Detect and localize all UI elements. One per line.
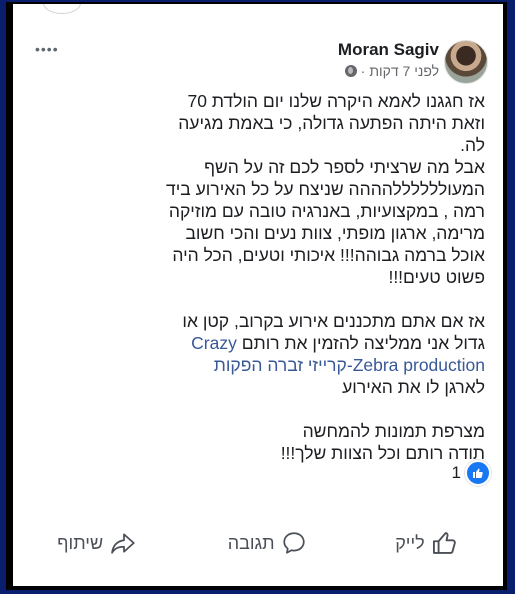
post-body: אז חגגנו לאמא היקרה שלנו יום הולדת 70 וז… xyxy=(27,90,485,464)
more-options-icon[interactable]: •••• xyxy=(35,42,59,56)
thumbs-up-icon xyxy=(431,529,459,557)
body-line: וזאת היתה הפתעה גדולה, כי באמת מגיעה xyxy=(178,113,485,133)
body-text-span: גדול אני ממליצה להזמין את רותם xyxy=(236,333,485,353)
body-line: לארגן לו את האירוע xyxy=(342,377,485,397)
like-reaction-icon xyxy=(465,460,491,486)
comment-button[interactable]: תגובה xyxy=(228,530,307,556)
body-line: מרימה, ארגון מופתי, צוות נעים והכי חשוב xyxy=(185,223,485,243)
body-line: אז חגגנו לאמא היקרה שלנו יום הולדת 70 xyxy=(187,91,485,111)
previous-item-edge xyxy=(43,4,81,14)
comment-icon xyxy=(281,530,307,556)
body-line: רמה , במקצועיות, באנרגיה טובה עם מוזיקה xyxy=(168,201,485,221)
body-line: לה. xyxy=(460,135,485,155)
mention-link[interactable]: Zebra production-קרייזי זברה הפקות xyxy=(214,355,485,375)
share-icon xyxy=(109,530,139,556)
mention-link[interactable]: Crazy xyxy=(191,333,237,353)
body-line: אז אם אתם מתכננים אירוע בקרוב, קטן או xyxy=(182,311,485,331)
body-line: מצרפת תמונות להמחשה xyxy=(302,421,485,441)
post-card: •••• Moran Sagiv לפני 7 דקות · אז חגגנו … xyxy=(13,4,503,586)
like-label: לייק xyxy=(395,532,425,553)
comment-label: תגובה xyxy=(227,532,275,553)
globe-icon[interactable] xyxy=(344,65,357,77)
share-label: שיתוף xyxy=(57,532,104,553)
body-line: המעוללללללהההה שניצח על כל האירוע ביד xyxy=(166,179,485,199)
post-meta: לפני 7 דקות · xyxy=(344,63,439,79)
body-line: Zebra production-קרייזי זברה הפקות xyxy=(27,354,485,376)
share-button[interactable]: שיתוף xyxy=(57,530,139,556)
like-button[interactable]: לייק xyxy=(395,529,459,557)
meta-separator: · xyxy=(360,63,366,79)
body-line: אבל מה שרציתי לספר לכם זה על השף xyxy=(204,157,485,177)
reaction-summary[interactable]: 1 xyxy=(452,460,491,486)
body-line: פשוט טעים!!! xyxy=(388,267,485,287)
body-line: תודה רותם וכל הצוות שלך!!! xyxy=(280,443,485,463)
avatar[interactable] xyxy=(444,40,488,84)
post-time[interactable]: לפני 7 דקות xyxy=(369,63,439,79)
body-line: אוכל ברמה גבוהה!!! איכותי וטעים, הכל היה xyxy=(172,245,485,265)
like-count: 1 xyxy=(451,463,461,482)
action-bar: לייק תגובה שיתוף xyxy=(13,518,503,568)
author-name[interactable]: Moran Sagiv xyxy=(338,40,439,60)
body-line: גדול אני ממליצה להזמין את רותם Crazy xyxy=(27,332,485,354)
